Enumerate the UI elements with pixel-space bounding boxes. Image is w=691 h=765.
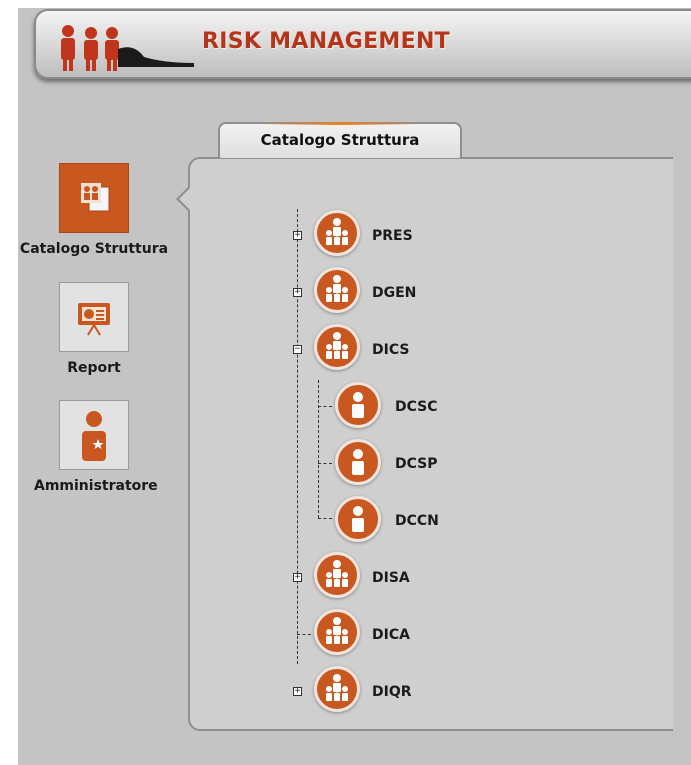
nav-icon-box[interactable]: [59, 400, 129, 470]
collapse-toggle-dics[interactable]: −: [293, 345, 302, 354]
tree-node-dccn[interactable]: DCCN: [395, 513, 439, 529]
group-icon: [314, 666, 360, 712]
group-icon: [314, 210, 360, 256]
expand-toggle-disa[interactable]: +: [293, 573, 302, 582]
tree-node-dics[interactable]: DICS: [372, 342, 409, 358]
tree-node-disa[interactable]: DISA: [372, 570, 410, 586]
expand-toggle-dgen[interactable]: +: [293, 288, 302, 297]
presentation-icon: [78, 303, 110, 336]
expand-toggle-diqr[interactable]: +: [293, 687, 302, 696]
organization-icon: [81, 183, 110, 212]
tree-node-pres[interactable]: PRES: [372, 228, 413, 244]
tree-branch: [318, 463, 332, 464]
app-header: RISK MANAGEMENT: [34, 9, 691, 79]
tree-node-dcsp[interactable]: DCSP: [395, 456, 438, 472]
user-icon: [335, 496, 381, 542]
admin-user-icon: [82, 411, 106, 461]
panel-pointer-fill: [179, 187, 191, 211]
nav-item-amministratore[interactable]: Amministratore: [34, 400, 158, 494]
catalog-panel: [188, 157, 673, 731]
group-icon: [314, 267, 360, 313]
tab-catalogo-struttura[interactable]: Catalogo Struttura: [218, 122, 462, 158]
people-logo-icon: [61, 25, 194, 71]
nav-label: Report: [67, 360, 121, 376]
app-title: RISK MANAGEMENT: [202, 29, 450, 54]
nav-label: Catalogo Struttura: [19, 241, 169, 257]
nav-item-report[interactable]: Report: [34, 282, 154, 376]
tree-branch: [318, 518, 332, 519]
tree-branch: [318, 406, 332, 407]
tree-branch: [297, 634, 311, 635]
user-icon: [335, 382, 381, 428]
tree-connector-dics: [318, 380, 319, 518]
group-icon: [314, 552, 360, 598]
tree-connector-main: [297, 209, 298, 664]
tree-node-dica[interactable]: DICA: [372, 627, 410, 643]
nav-icon-box[interactable]: [59, 163, 129, 233]
group-icon: [314, 324, 360, 370]
group-icon: [314, 609, 360, 655]
nav-item-catalogo-struttura[interactable]: Catalogo Struttura: [0, 163, 188, 257]
nav-label: Amministratore: [34, 478, 158, 494]
expand-toggle-pres[interactable]: +: [293, 231, 302, 240]
tree-node-dgen[interactable]: DGEN: [372, 285, 416, 301]
user-icon: [335, 439, 381, 485]
tree-node-dcsc[interactable]: DCSC: [395, 399, 438, 415]
tree-node-diqr[interactable]: DIQR: [372, 684, 412, 700]
nav-icon-box[interactable]: [59, 282, 129, 352]
